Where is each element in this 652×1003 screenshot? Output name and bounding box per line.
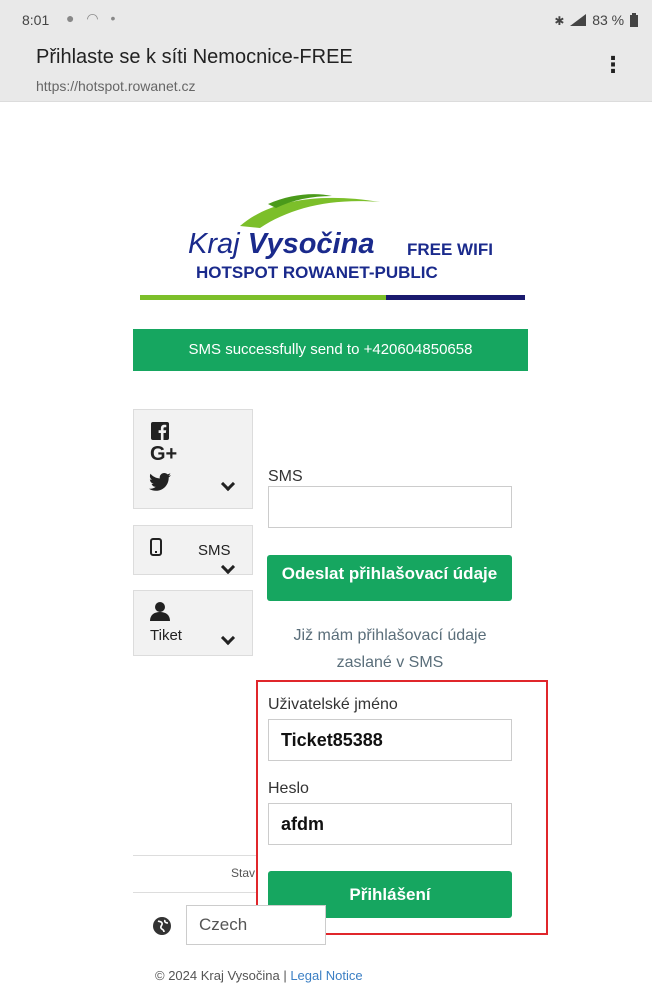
sms-success-alert: SMS successfully send to +420604850658 — [133, 329, 528, 371]
logo-kraj: Kraj — [188, 228, 240, 260]
chevron-down-icon — [220, 559, 236, 575]
kraj-vysocina-logo: Kraj Vysočina FREE WIFI HOTSPOT ROWANET-… — [140, 190, 525, 305]
status-bar: 8:01 ● ◠ • ✱ 83 % — [0, 0, 652, 40]
tab-ticket-label: Tiket — [150, 627, 182, 644]
bluetooth-icon: ✱ — [554, 14, 565, 28]
status-link[interactable]: Stav — [231, 866, 256, 880]
overflow-menu-icon[interactable]: ⋮ — [602, 54, 624, 76]
twitter-icon — [149, 473, 171, 491]
signal-icon — [570, 14, 587, 26]
footer-copyright: © 2024 Kraj Vysočina | — [155, 968, 291, 983]
chevron-down-icon — [220, 476, 236, 492]
logo-vysocina: Vysočina — [247, 228, 375, 260]
divider — [133, 892, 256, 893]
notification-icons: ● ◠ • — [66, 10, 120, 26]
portal-title: Přihlaste se k síti Nemocnice-FREE — [36, 46, 353, 68]
portal-header: Přihlaste se k síti Nemocnice-FREE https… — [0, 40, 652, 102]
legal-notice-link[interactable]: Legal Notice — [290, 968, 362, 983]
send-credentials-button[interactable]: Odeslat přihlašovací údaje — [267, 555, 512, 601]
logo-free-wifi: FREE WIFI — [407, 240, 493, 259]
logo-brand: Kraj Vysočina — [188, 228, 374, 261]
logo-swoosh-icon — [240, 194, 380, 228]
google-plus-icon: G+ — [150, 443, 178, 465]
logo-green-bar — [140, 295, 386, 300]
battery-icon — [630, 13, 638, 27]
battery-percent: 83 % — [592, 12, 625, 28]
divider — [133, 855, 256, 856]
language-select[interactable]: Czech — [186, 905, 326, 945]
mobile-phone-icon — [150, 538, 162, 556]
tab-sms-login[interactable]: SMS — [133, 525, 253, 575]
have-credentials-link[interactable]: Již mám přihlašovací údaje zaslané v SMS — [268, 622, 512, 676]
tab-sms-label: SMS — [198, 542, 231, 559]
facebook-icon — [151, 422, 169, 440]
status-time: 8:01 — [22, 12, 50, 28]
sms-field-label: SMS — [268, 468, 303, 485]
login-highlight-box — [256, 680, 548, 935]
tab-ticket-login[interactable]: Tiket — [133, 590, 253, 656]
logo-hotspot: HOTSPOT ROWANET-PUBLIC — [196, 263, 438, 282]
footer: © 2024 Kraj Vysočina | Legal Notice — [155, 968, 363, 983]
logo-blue-bar — [386, 295, 525, 300]
chevron-down-icon — [220, 630, 236, 646]
user-icon — [150, 602, 170, 621]
globe-icon — [153, 917, 171, 935]
portal-url: https://hotspot.rowanet.cz — [36, 78, 196, 94]
sms-input[interactable] — [268, 486, 512, 528]
tab-social-login[interactable]: G+ — [133, 409, 253, 509]
status-right: ✱ 83 % — [554, 12, 638, 28]
